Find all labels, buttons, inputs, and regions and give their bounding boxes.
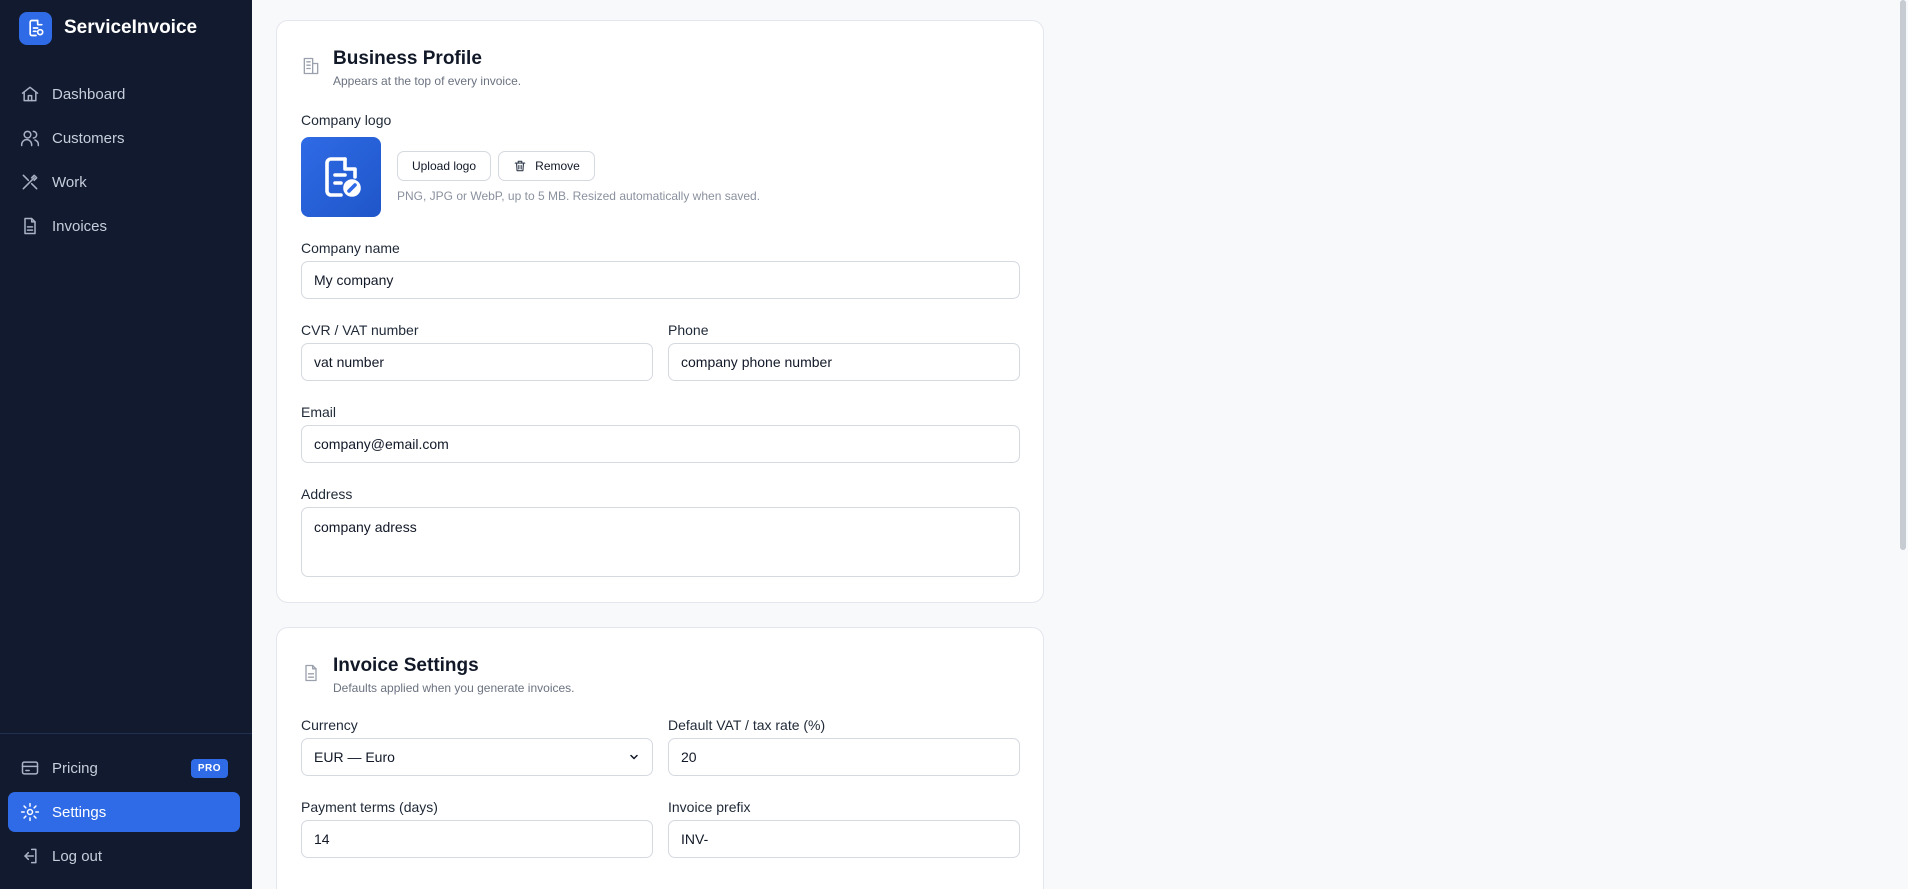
section-subtitle: Defaults applied when you generate invoi…	[333, 681, 575, 695]
app-logo-icon	[19, 11, 52, 45]
business-profile-card: Business Profile Appears at the top of e…	[276, 20, 1044, 603]
nav-item-pricing[interactable]: Pricing PRO	[8, 748, 240, 788]
nav-label: Pricing	[52, 759, 98, 777]
company-logo-preview	[301, 137, 381, 217]
invoice-logo-icon	[325, 157, 361, 197]
remove-logo-button[interactable]: Remove	[498, 151, 595, 181]
nav-item-dashboard[interactable]: Dashboard	[8, 74, 240, 114]
nav-label: Work	[52, 173, 87, 191]
app-name: ServiceInvoice	[64, 17, 198, 38]
currency-select[interactable]: EUR — Euro	[301, 738, 653, 776]
address-textarea[interactable]: company adress	[301, 507, 1020, 577]
file-icon	[24, 217, 36, 235]
email-label: Email	[301, 404, 337, 420]
company-logo-label: Company logo	[301, 112, 392, 128]
chevron-down-icon	[630, 754, 638, 760]
section-title: Invoice Settings	[333, 655, 479, 676]
payment-terms-label: Payment terms (days)	[301, 799, 438, 815]
main-nav: Dashboard Customers Work Invoices	[8, 74, 240, 250]
invoice-prefix-input[interactable]: INV-	[668, 820, 1020, 858]
vat-rate-label: Default VAT / tax rate (%)	[668, 717, 826, 733]
users-icon	[20, 130, 40, 147]
company-name-input[interactable]: My company	[301, 261, 1020, 299]
sidebar: ServiceInvoice Dashboard Customers Work …	[0, 0, 252, 889]
home-icon	[21, 86, 39, 102]
invoice-settings-card: Invoice Settings Defaults applied when y…	[276, 627, 1044, 889]
page-scrollbar[interactable]	[1900, 0, 1906, 550]
email-input[interactable]: company@email.com	[301, 425, 1020, 463]
invoice-prefix-label: Invoice prefix	[668, 799, 751, 815]
gear-icon	[20, 802, 40, 822]
nav-label: Customers	[52, 129, 125, 147]
phone-label: Phone	[668, 322, 709, 338]
nav-item-logout[interactable]: Log out	[8, 836, 240, 876]
nav-label: Dashboard	[52, 85, 126, 103]
vat-rate-input[interactable]: 20	[668, 738, 1020, 776]
nav-label: Settings	[52, 803, 107, 821]
upload-logo-button[interactable]: Upload logo	[397, 151, 491, 181]
tools-icon	[22, 174, 38, 190]
vat-number-label: CVR / VAT number	[301, 322, 419, 338]
nav-item-work[interactable]: Work	[8, 162, 240, 202]
currency-label: Currency	[301, 717, 358, 733]
building-icon	[303, 57, 319, 75]
remove-button-label: Remove	[535, 159, 580, 173]
bottom-nav: Pricing PRO Settings Log out	[8, 748, 240, 880]
phone-input[interactable]: company phone number	[668, 343, 1020, 381]
nav-label: Invoices	[52, 217, 108, 235]
logout-icon	[24, 848, 37, 864]
brand[interactable]: ServiceInvoice	[19, 10, 197, 46]
company-name-label: Company name	[301, 240, 400, 256]
section-title: Business Profile	[333, 48, 482, 69]
payment-terms-input[interactable]: 14	[301, 820, 653, 858]
trash-icon	[514, 160, 526, 172]
nav-label: Log out	[52, 847, 103, 865]
nav-item-settings[interactable]: Settings	[8, 792, 240, 832]
pro-badge: PRO	[190, 758, 228, 778]
logo-hint: PNG, JPG or WebP, up to 5 MB. Resized au…	[397, 189, 761, 203]
nav-item-customers[interactable]: Customers	[8, 118, 240, 158]
card-icon	[21, 761, 39, 775]
section-subtitle: Appears at the top of every invoice.	[333, 74, 522, 88]
document-icon	[305, 664, 317, 682]
sidebar-divider	[0, 733, 252, 734]
vat-number-input[interactable]: vat number	[301, 343, 653, 381]
address-label: Address	[301, 486, 353, 502]
nav-item-invoices[interactable]: Invoices	[8, 206, 240, 246]
currency-value: EUR — Euro	[314, 749, 395, 765]
